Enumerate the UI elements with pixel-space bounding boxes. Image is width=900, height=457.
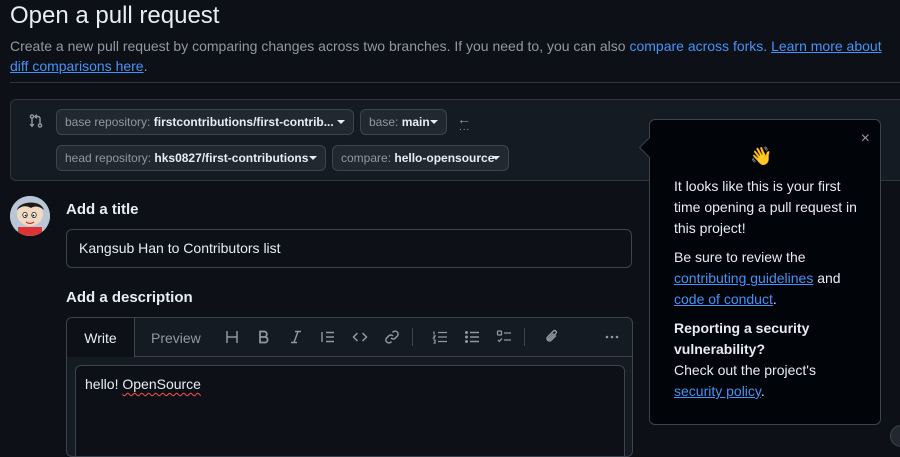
chevron-down-icon [309,156,317,160]
code-of-conduct-link[interactable]: code of conduct [674,291,773,307]
base-repository-select[interactable]: base repository: firstcontributions/firs… [56,109,354,135]
tab-preview[interactable]: Preview [151,318,201,358]
scroll-handle[interactable] [890,425,900,447]
title-input[interactable]: Kangsub Han to Contributors list [66,229,632,268]
compare-branch-label: compare: [341,151,392,165]
description-editor: Write Preview hello! OpenSource [66,317,633,457]
wave-icon: 👋 [750,146,773,166]
close-icon[interactable]: × [861,128,870,149]
popover-and: and [817,270,841,286]
security-suffix: . [760,383,765,399]
title-heading: Add a title [66,201,139,218]
compare-branch-value: hello-opensource [394,151,495,165]
description-text: hello! [85,376,123,392]
compare-forks-link[interactable]: compare across forks [629,38,763,54]
security-heading: Reporting a security vulnerability? [674,320,810,357]
chevron-down-icon [430,120,438,124]
chevron-down-icon [492,156,500,160]
link-icon[interactable] [382,327,402,347]
security-policy-link[interactable]: security policy [674,383,761,399]
head-repository-label: head repository: [65,151,152,165]
chevron-down-icon [337,120,345,124]
compare-icon [28,113,44,134]
code-icon[interactable] [350,327,370,347]
page-title: Open a pull request [10,2,220,29]
popover-review: Be sure to review the contributing guide… [674,247,864,310]
base-branch-select[interactable]: base: main [360,109,447,135]
base-repository-value: firstcontributions/first-contrib... [153,115,334,129]
italic-icon[interactable] [286,327,306,347]
description-textarea[interactable]: hello! OpenSource [75,365,625,456]
popover-security: Check out the project's security policy. [674,360,864,402]
page-subtitle: Create a new pull request by comparing c… [10,38,882,74]
description-heading: Add a description [66,289,193,306]
attach-icon[interactable] [542,327,562,347]
popover-period: . [772,291,777,307]
head-repository-value: hks0827/first-contributions [154,151,309,165]
quote-icon[interactable] [318,327,338,347]
base-repository-label: base repository: [65,115,151,129]
head-repository-select[interactable]: head repository: hks0827/first-contribut… [56,145,326,171]
security-prefix: Check out the project's [674,362,816,378]
more-icon[interactable] [602,327,622,347]
avatar [10,196,50,236]
popover-intro: It looks like this is your first time op… [674,178,857,236]
base-branch-value: main [401,115,430,129]
task-list-icon[interactable] [494,327,514,347]
toolbar-divider [412,328,413,346]
base-branch-label: base: [369,115,399,129]
bold-icon[interactable] [254,327,274,347]
divider [10,82,900,83]
first-pr-popover: × 👋 It looks like this is your first tim… [649,119,881,425]
compare-branch-select[interactable]: compare: hello-opensource [332,145,509,171]
toolbar-divider [524,328,525,346]
unordered-list-icon[interactable] [462,327,482,347]
description-misspelled-word: OpenSource [122,376,201,392]
tab-write[interactable]: Write [67,318,135,357]
ordered-list-icon[interactable] [430,327,450,347]
subtitle-text: Create a new pull request by comparing c… [10,38,626,54]
editor-toolbar: Write Preview [67,318,632,357]
contributing-guidelines-link[interactable]: contributing guidelines [674,270,813,286]
arrow-dots: ... [459,122,471,133]
popover-review-prefix: Be sure to review the [674,249,806,265]
heading-icon[interactable] [222,327,242,347]
